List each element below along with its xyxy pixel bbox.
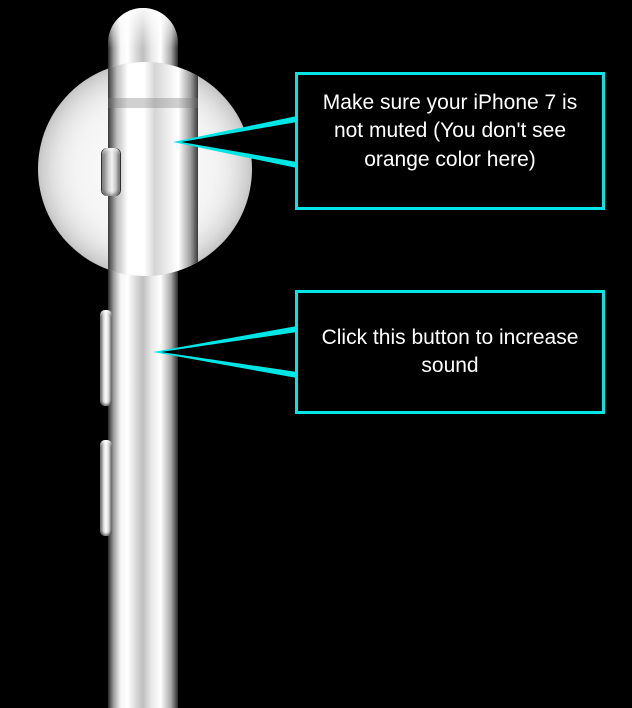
phone-top-highlight (108, 8, 178, 48)
magnified-antenna-band (108, 98, 198, 108)
volume-down-button[interactable] (100, 440, 112, 536)
magnifier-circle (38, 62, 252, 276)
callout-volume-text: Click this button to increase sound (316, 324, 584, 381)
callout-mute: Make sure your iPhone 7 is not muted (Yo… (295, 72, 605, 210)
callout-volume: Click this button to increase sound (295, 290, 605, 414)
mute-switch[interactable] (102, 148, 120, 196)
callout-mute-text: Make sure your iPhone 7 is not muted (Yo… (323, 91, 577, 171)
volume-up-button[interactable] (100, 310, 112, 406)
magnified-phone-edge (108, 62, 198, 276)
